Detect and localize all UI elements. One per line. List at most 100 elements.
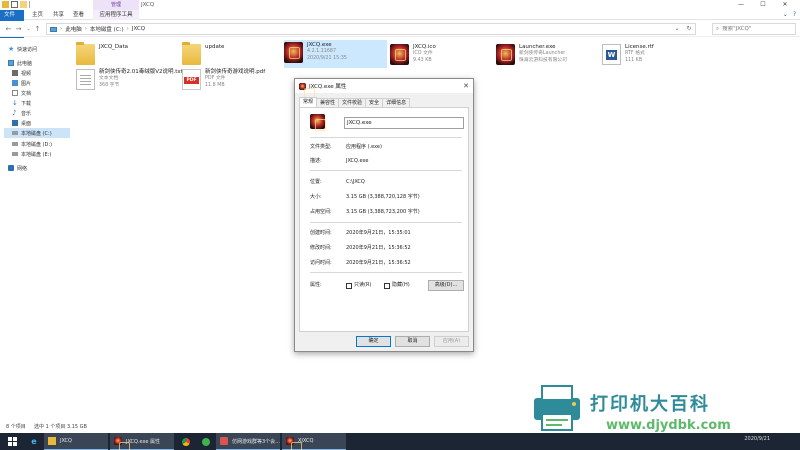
up-arrow-icon[interactable]: ↑: [33, 24, 42, 34]
help-icon[interactable]: ?: [793, 10, 796, 20]
game-exe-icon: [310, 114, 326, 131]
file-type-value: 应用程序 (.exe): [346, 144, 382, 150]
breadcrumb-jxcq[interactable]: JXCQ: [132, 26, 145, 32]
navigation-pane: ★ 快速访问 此电脑 视频 图片 文档 ↓ 下载 ♪ 音乐 桌面 本地磁盘 (C…: [0, 40, 70, 412]
tab-application-tools[interactable]: 应用程序工具: [93, 10, 139, 20]
checkbox-box[interactable]: [346, 282, 352, 289]
tab-general[interactable]: 常规: [299, 97, 318, 107]
folder-icon[interactable]: [2, 1, 9, 8]
chevron-down-icon[interactable]: ⌄: [783, 10, 788, 20]
readonly-checkbox[interactable]: 只读(R): [346, 282, 371, 289]
checkbox-icon[interactable]: [11, 1, 18, 8]
dialog-titlebar[interactable]: JXCQ.exe 属性 ✕: [295, 79, 473, 100]
file-item[interactable]: JXCQ_Data: [76, 42, 176, 70]
advanced-button[interactable]: 高级(D)...: [428, 280, 464, 291]
file-item[interactable]: 新剑侠传奇2.01毒绒版V2说明.txt 文本文档 368 字节: [76, 67, 183, 95]
search-input[interactable]: [722, 26, 793, 32]
tab-details[interactable]: 详细信息: [382, 98, 411, 107]
taskbar-green-app[interactable]: [198, 433, 214, 450]
file-name: JXCQ_Data: [99, 44, 129, 50]
sidebar-item-downloads[interactable]: ↓ 下载: [12, 98, 31, 108]
file-item[interactable]: 新剑侠传奇游戏说明.pdf PDF 文件 11.8 MB: [182, 67, 282, 95]
sidebar-item-desktop[interactable]: 桌面: [12, 118, 31, 128]
taskbar-properties[interactable]: JXCQ.exe 属性: [110, 433, 174, 450]
tab-compatibility[interactable]: 兼容性: [316, 98, 340, 107]
file-item[interactable]: Launcher.exe 新剑侠传奇Launcher 珠海云游科技有限公司: [496, 42, 596, 70]
rtf-document-icon: [602, 44, 621, 65]
sidebar-item-drive-d[interactable]: 本地磁盘 (D:): [12, 139, 52, 149]
file-item-selected[interactable]: JXCQ.exe 4.2.1.11687 2020/9/21 15:35: [284, 40, 387, 68]
properties-dialog: JXCQ.exe 属性 ✕ 常规 兼容性 文件校验 安全 详细信息 JXCQ.e…: [294, 78, 474, 352]
folder-icon: [76, 42, 95, 65]
address-bar[interactable]: › 此电脑 › 本地磁盘 (C:) › JXCQ ⌄ ↻: [46, 23, 696, 35]
sidebar-item-pictures[interactable]: 图片: [12, 78, 31, 88]
chevron-down-icon[interactable]: ⌄: [674, 24, 679, 34]
taskbar-ie[interactable]: e: [26, 433, 42, 450]
file-item[interactable]: update: [182, 42, 282, 70]
accessed-label: 访问时间:: [310, 260, 332, 266]
breadcrumb-drive-c[interactable]: 本地磁盘 (C:): [90, 25, 124, 33]
start-button[interactable]: [2, 433, 22, 450]
file-size: 9.43 KB: [413, 57, 432, 63]
breadcrumb-this-pc[interactable]: 此电脑: [65, 25, 82, 33]
taskbar-game[interactable]: XJXCQ: [282, 433, 346, 450]
created-value: 2020年9月21日，15:35:01: [346, 230, 411, 236]
sidebar-item-drive-e[interactable]: 本地磁盘 (E:): [12, 149, 51, 159]
taskbar-chrome[interactable]: [178, 433, 194, 450]
divider: [310, 272, 462, 273]
ribbon-tabs: 文件 主页 共享 查看 应用程序工具 ⌄ ?: [0, 10, 800, 38]
checkbox-box[interactable]: [384, 282, 390, 289]
sidebar-item-music[interactable]: ♪ 音乐: [12, 108, 31, 118]
sidebar-item-this-pc[interactable]: 此电脑: [8, 58, 32, 68]
hidden-checkbox[interactable]: 隐藏(H): [384, 282, 410, 289]
location-label: 位置:: [310, 179, 322, 185]
tab-home[interactable]: 主页: [28, 10, 47, 20]
drive-icon: [12, 152, 18, 156]
minimize-button[interactable]: —: [730, 0, 752, 10]
sidebar-item-quick-access[interactable]: ★ 快速访问: [8, 44, 37, 54]
forward-arrow-icon[interactable]: →: [14, 24, 23, 34]
sidebar-item-documents[interactable]: 文档: [12, 88, 31, 98]
pdf-document-icon: [182, 69, 201, 90]
pictures-icon: [12, 80, 18, 86]
taskbar-clock[interactable]: 2020/9/21: [744, 436, 770, 442]
tab-file-hash[interactable]: 文件校验: [338, 98, 367, 107]
printer-logo-icon: [534, 385, 580, 431]
sidebar-item-network[interactable]: 网络: [8, 163, 27, 173]
window-title: JXCQ: [141, 2, 155, 8]
file-type-label: 文件类型:: [310, 144, 332, 150]
cancel-button[interactable]: 取消: [395, 336, 430, 347]
apply-button[interactable]: 应用(A): [434, 336, 469, 347]
computer-icon: [8, 60, 14, 66]
filename-field[interactable]: JXCQ.exe: [344, 117, 464, 129]
chevron-down-icon[interactable]: ⌄: [24, 24, 33, 34]
taskbar-chat[interactable]: 仿网游戏群等3个会...: [216, 433, 280, 450]
sidebar-item-drive-c[interactable]: 本地磁盘 (C:): [4, 128, 70, 138]
close-button[interactable]: ✕: [774, 0, 796, 10]
attributes-label: 属性:: [310, 282, 322, 288]
tab-security[interactable]: 安全: [365, 98, 384, 107]
tab-view[interactable]: 查看: [69, 10, 88, 20]
search-box[interactable]: ⌕: [712, 23, 796, 35]
maximize-button[interactable]: ☐: [752, 0, 774, 10]
selection-info: 选中 1 个项目 3.15 GB: [34, 424, 87, 430]
size-on-disk-value: 3.15 GB (3,388,723,200 字节): [346, 209, 420, 215]
file-item[interactable]: JXCQ.ico ICO 文件 9.43 KB: [390, 42, 490, 70]
chrome-icon: [182, 437, 190, 446]
star-icon: ★: [8, 45, 15, 53]
refresh-icon[interactable]: ↻: [686, 24, 691, 34]
music-icon: ♪: [12, 109, 17, 117]
taskbar-explorer[interactable]: JXCQ: [44, 433, 108, 450]
file-item[interactable]: License.rtf RTF 格式 111 KB: [602, 42, 702, 70]
tab-share[interactable]: 共享: [49, 10, 68, 20]
back-arrow-icon[interactable]: ←: [4, 24, 13, 34]
new-folder-icon[interactable]: [20, 1, 27, 8]
green-app-icon: [202, 437, 210, 446]
size-value: 3.15 GB (3,388,720,128 字节): [346, 194, 420, 200]
sidebar-item-videos[interactable]: 视频: [12, 68, 31, 78]
file-name: JXCQ.exe: [307, 42, 332, 48]
general-panel: JXCQ.exe 文件类型: 应用程序 (.exe) 描述: JXCQ.exe …: [299, 107, 469, 332]
file-name: update: [205, 44, 225, 50]
close-icon[interactable]: ✕: [463, 80, 469, 92]
ok-button[interactable]: 确定: [356, 336, 391, 347]
